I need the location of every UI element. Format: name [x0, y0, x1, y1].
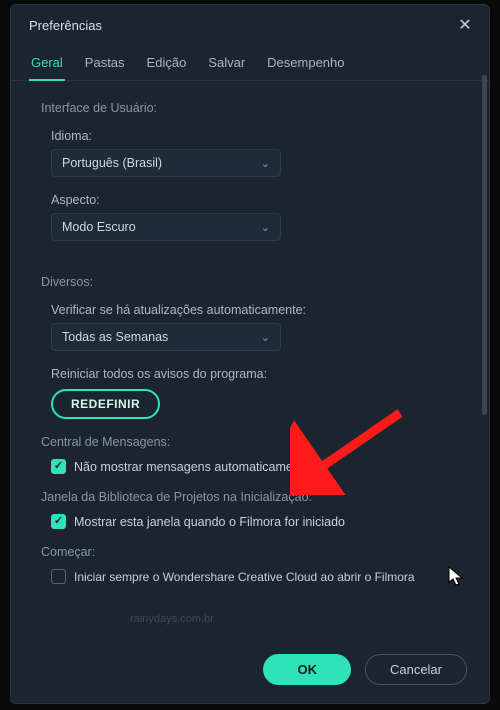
library-check-label: Mostrar esta janela quando o Filmora for… [74, 515, 345, 529]
dialog-title: Preferências [29, 18, 102, 33]
tab-edicao[interactable]: Edição [145, 49, 189, 80]
chevron-down-icon: ⌄ [261, 221, 270, 234]
aspect-label: Aspecto: [51, 193, 465, 207]
misc-section-heading: Diversos: [41, 275, 465, 289]
cancel-button[interactable]: Cancelar [365, 654, 467, 685]
checkmark-icon: ✓ [54, 461, 63, 472]
msgcenter-check-label: Não mostrar mensagens automaticamente [74, 460, 310, 474]
language-label: Idioma: [51, 129, 465, 143]
update-select[interactable]: Todas as Semanas ⌄ [51, 323, 281, 351]
ui-section-heading: Interface de Usuário: [41, 101, 465, 115]
start-checkbox[interactable] [51, 569, 66, 584]
tab-salvar[interactable]: Salvar [206, 49, 247, 80]
tab-geral[interactable]: Geral [29, 49, 65, 80]
msgcenter-checkbox[interactable]: ✓ [51, 459, 66, 474]
titlebar: Preferências ✕ [11, 5, 489, 43]
aspect-select[interactable]: Modo Escuro ⌄ [51, 213, 281, 241]
start-check-row: Iniciar sempre o Wondershare Creative Cl… [41, 569, 465, 584]
dialog-footer: OK Cancelar [11, 640, 489, 703]
library-check-row: ✓ Mostrar esta janela quando o Filmora f… [41, 514, 465, 529]
content-area: Interface de Usuário: Idioma: Português … [11, 81, 489, 640]
language-value: Português (Brasil) [62, 156, 162, 170]
tabs: Geral Pastas Edição Salvar Desempenho [11, 43, 489, 81]
start-label: Começar: [41, 545, 465, 559]
scrollbar-thumb[interactable] [482, 75, 487, 415]
library-label: Janela da Biblioteca de Projetos na Inic… [41, 490, 465, 504]
close-button[interactable]: ✕ [455, 15, 475, 35]
update-field: Verificar se há atualizações automaticam… [41, 303, 465, 351]
checkmark-icon: ✓ [54, 516, 63, 527]
aspect-field: Aspecto: Modo Escuro ⌄ [41, 193, 465, 241]
language-field: Idioma: Português (Brasil) ⌄ [41, 129, 465, 177]
msgcenter-label: Central de Mensagens: [41, 435, 465, 449]
chevron-down-icon: ⌄ [261, 331, 270, 344]
tab-pastas[interactable]: Pastas [83, 49, 127, 80]
reset-button[interactable]: REDEFINIR [51, 389, 160, 419]
scrollbar[interactable] [482, 75, 487, 635]
preferences-dialog: Preferências ✕ Geral Pastas Edição Salva… [10, 4, 490, 704]
msgcenter-check-row: ✓ Não mostrar mensagens automaticamente [41, 459, 465, 474]
aspect-value: Modo Escuro [62, 220, 136, 234]
library-checkbox[interactable]: ✓ [51, 514, 66, 529]
start-check-label: Iniciar sempre o Wondershare Creative Cl… [74, 570, 415, 584]
update-label: Verificar se há atualizações automaticam… [51, 303, 465, 317]
reset-label: Reiniciar todos os avisos do programa: [41, 367, 465, 381]
update-value: Todas as Semanas [62, 330, 168, 344]
language-select[interactable]: Português (Brasil) ⌄ [51, 149, 281, 177]
tab-desempenho[interactable]: Desempenho [265, 49, 346, 80]
ok-button[interactable]: OK [263, 654, 351, 685]
close-icon: ✕ [458, 15, 471, 35]
chevron-down-icon: ⌄ [261, 157, 270, 170]
